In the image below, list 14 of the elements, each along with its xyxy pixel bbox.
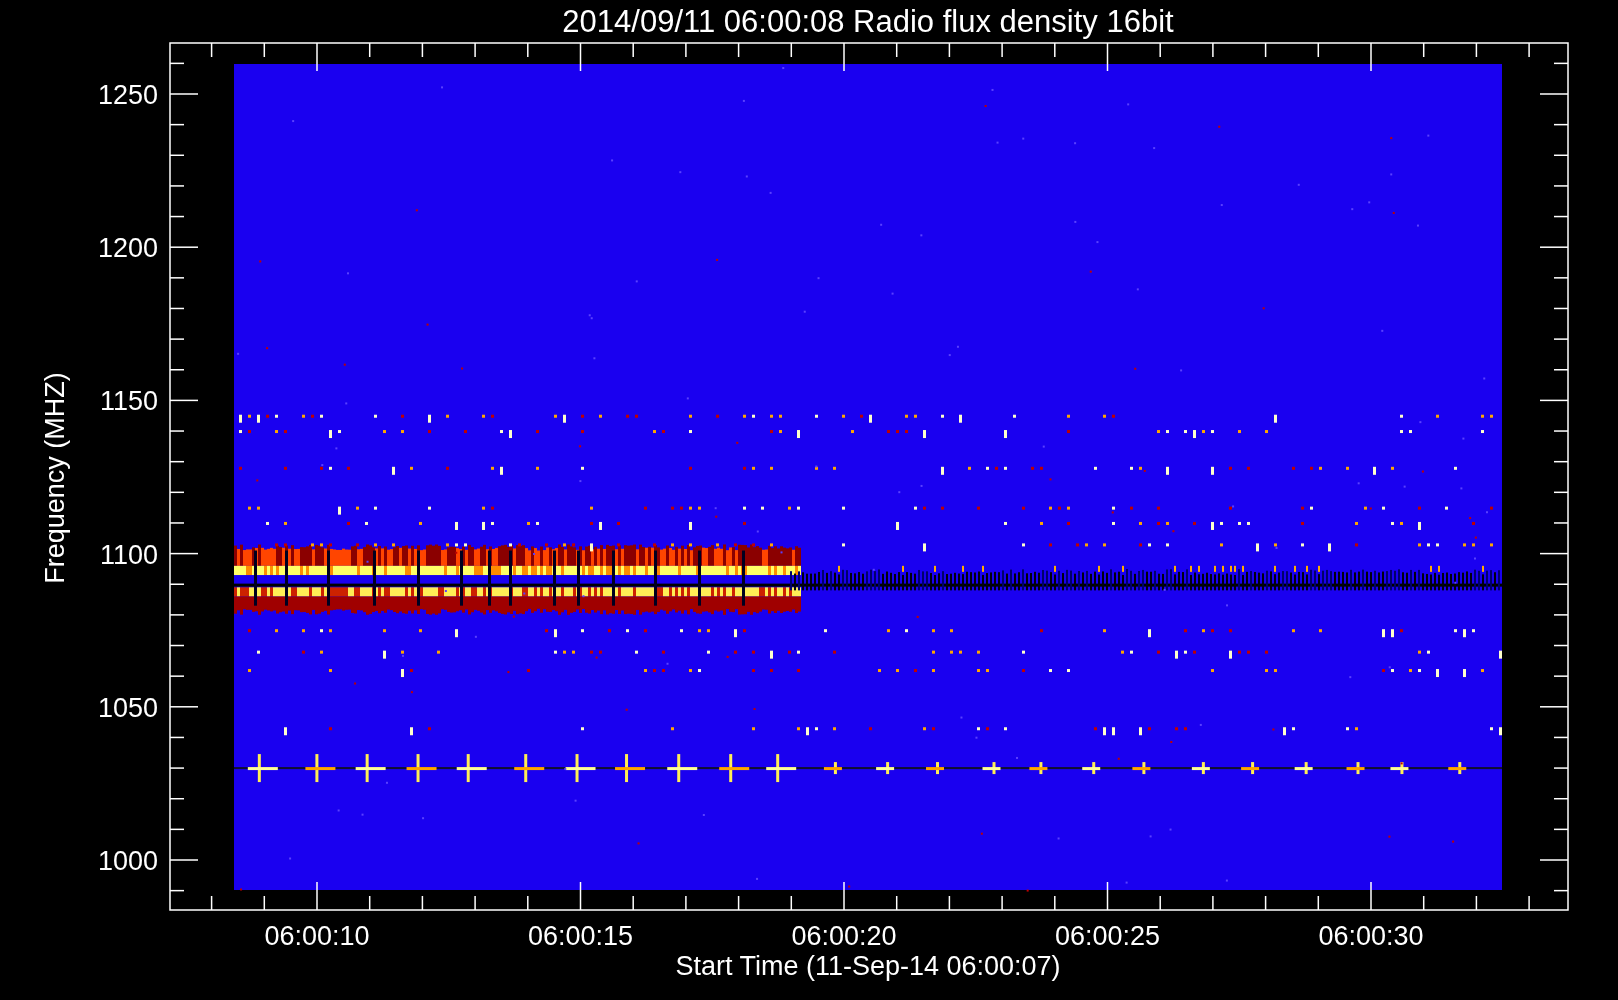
tick-label: 1250 — [97, 80, 158, 110]
y-axis-label: Frequency (MHZ) — [40, 372, 70, 584]
tick-label: 1000 — [97, 846, 158, 876]
tick-label: 06:00:20 — [791, 921, 897, 951]
tick-label: 06:00:25 — [1054, 921, 1161, 951]
tick-label: 06:00:15 — [527, 921, 634, 951]
x-axis-label: Start Time (11-Sep-14 06:00:07) — [675, 951, 1061, 981]
tick-label: 1100 — [99, 539, 158, 570]
tick-label: 1050 — [97, 692, 158, 723]
tick-label: 06:00:30 — [1318, 921, 1424, 951]
tick-label: 1200 — [97, 233, 158, 264]
tick-label: 1150 — [99, 386, 158, 417]
tick-label: 06:00:10 — [264, 921, 370, 951]
plot-title: 2014/09/11 06:00:08 Radio flux density 16bit — [562, 4, 1174, 39]
